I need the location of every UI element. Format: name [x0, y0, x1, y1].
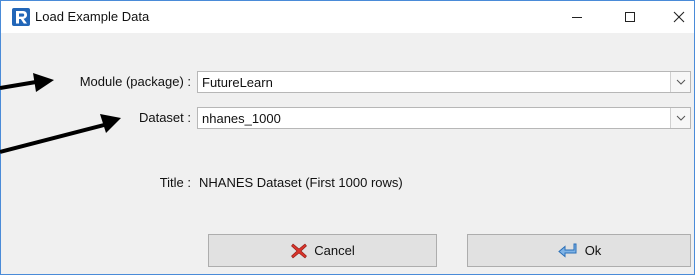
arrow-to-module-label	[0, 73, 54, 92]
annotation-arrows	[0, 73, 121, 154]
arrow-to-dataset-label	[0, 114, 121, 154]
